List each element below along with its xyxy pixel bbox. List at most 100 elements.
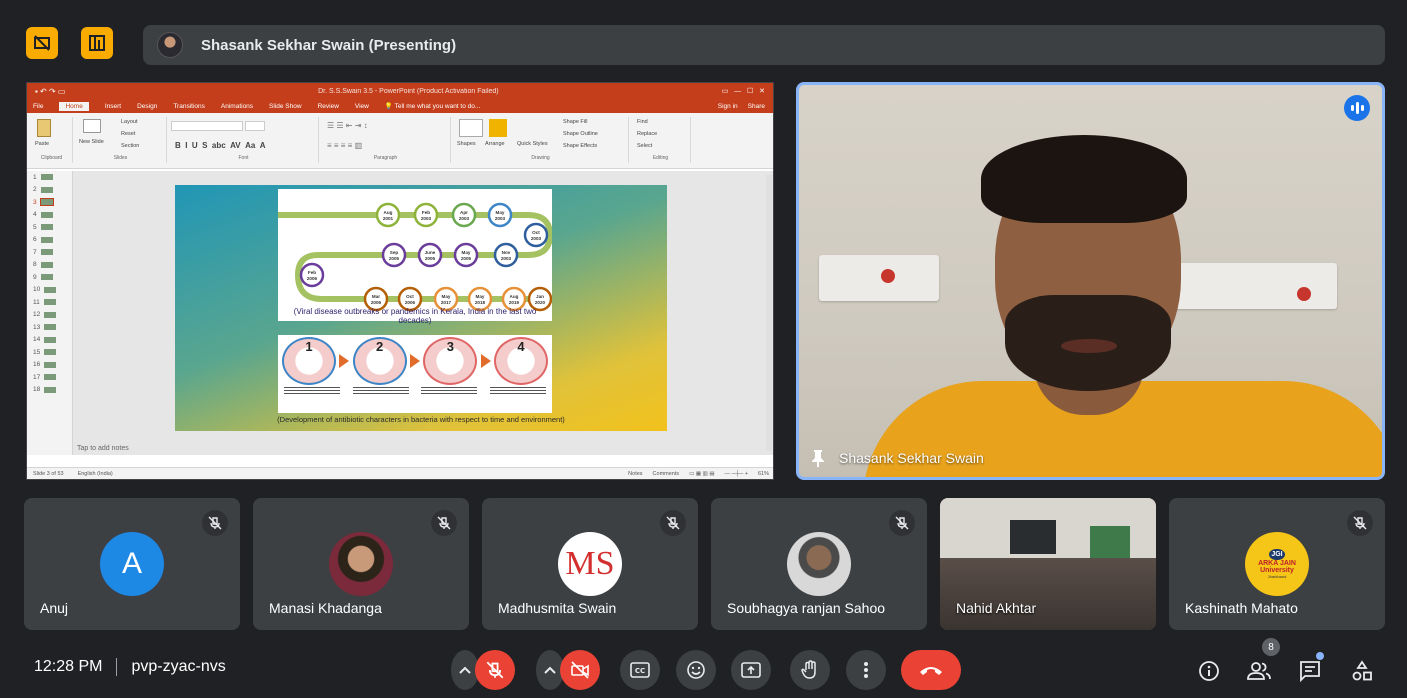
slide-thumbnail[interactable]: 13 [27, 321, 72, 334]
slide-thumbnail[interactable]: 8 [27, 259, 72, 272]
speaker-tile[interactable]: Shasank Sekhar Swain [796, 82, 1385, 480]
shape-effects-label[interactable]: Shape Effects [563, 143, 597, 149]
microphone-button[interactable] [475, 650, 515, 690]
chat-button[interactable] [1297, 658, 1323, 684]
notes-pane[interactable]: Tap to add notes [77, 445, 767, 457]
paste-label[interactable]: Paste [35, 141, 49, 147]
participant-tile[interactable]: Soubhagya ranjan Sahoo [711, 498, 927, 630]
align-icons[interactable]: ≡ ≡ ≡ ≡ ▥ [327, 141, 362, 150]
camera-button[interactable] [560, 650, 600, 690]
tab-animations[interactable]: Animations [221, 103, 253, 110]
timeline-node [413, 202, 439, 228]
tab-review[interactable]: Review [318, 103, 339, 110]
slide-thumbnail[interactable]: 10 [27, 284, 72, 297]
leave-call-button[interactable] [901, 650, 961, 690]
layout-label[interactable]: Layout [121, 119, 138, 125]
chevron-up-icon [544, 666, 556, 674]
notes-button[interactable]: Notes [628, 471, 642, 477]
slide-thumbnail[interactable]: 16 [27, 359, 72, 372]
tab-slide-show[interactable]: Slide Show [269, 103, 302, 110]
presenter-banner[interactable]: Shasank Sekhar Swain (Presenting) [143, 25, 1385, 65]
font-format-icons[interactable]: B I U S abc AV Aa A [175, 141, 266, 150]
hide-layout-button[interactable] [26, 27, 58, 59]
find-label[interactable]: Find [637, 119, 648, 125]
reactions-button[interactable] [676, 650, 716, 690]
slide-thumbnail[interactable]: 14 [27, 334, 72, 347]
slide-thumbnail[interactable]: 9 [27, 271, 72, 284]
slide-mini-preview [40, 186, 53, 193]
slide-thumbnail[interactable]: 6 [27, 234, 72, 247]
shared-screen[interactable]: ▪ ↶ ↷ ▭ Dr. S.S.Swain 3.5 - PowerPoint (… [26, 82, 774, 480]
activities-button[interactable] [1349, 658, 1375, 684]
zoom-slider[interactable]: — ─┼─ + [725, 471, 748, 477]
font-name-box[interactable] [171, 121, 243, 131]
paragraph-icons[interactable]: ☰ ☰ ⇤ ⇥ ↕ [327, 121, 368, 130]
font-group-label: Font [238, 155, 249, 161]
slide-thumbnail[interactable]: 4 [27, 209, 72, 222]
slide-mini-preview [40, 261, 53, 268]
meeting-details-button[interactable] [1196, 658, 1222, 684]
participant-tile[interactable]: A Anuj [24, 498, 240, 630]
timeline-node [487, 202, 513, 228]
tell-me-box[interactable]: 💡 Tell me what you want to do... [385, 102, 480, 110]
share-button[interactable]: Share [748, 103, 765, 110]
current-slide[interactable]: Aug 2001 Feb 2003 Apr 2003 May 2003 Oct 2003 Sep 20… [175, 185, 667, 431]
view-icons[interactable]: ▭ ▦ ▥ ▤ [689, 471, 714, 477]
timeline-node-label: 2006 [307, 276, 318, 281]
new-slide-label[interactable]: New Slide [79, 139, 104, 145]
shape-outline-label[interactable]: Shape Outline [563, 131, 598, 137]
slide-thumbnails[interactable]: 1 2 3 4 5 6 7 8 9 10 11 12 13 14 15 16 17 18 [27, 171, 73, 455]
slide-scrollbar[interactable] [766, 175, 772, 451]
font-size-box[interactable] [245, 121, 265, 131]
slide-thumbnail[interactable]: 11 [27, 296, 72, 309]
participant-tile[interactable]: JGI ARKA JAIN University Jharkhand Kashi… [1169, 498, 1385, 630]
tab-view[interactable]: View [355, 103, 369, 110]
chat-notification-dot [1316, 652, 1324, 660]
slide-thumbnail[interactable]: 3 [27, 196, 72, 209]
tab-file[interactable]: File [33, 103, 43, 110]
comments-button[interactable]: Comments [653, 471, 680, 477]
raise-hand-button[interactable] [790, 650, 830, 690]
zoom-level: 61% [757, 470, 769, 477]
select-label[interactable]: Select [637, 143, 652, 149]
slide-count: Slide 3 of 53 [33, 470, 64, 477]
control-bar: 12:28 PM pvp-zyac-nvs CC 8 [0, 636, 1407, 698]
slide-thumbnail[interactable]: 17 [27, 371, 72, 384]
timeline-node-label: Mar [372, 294, 380, 299]
slide-thumbnail[interactable]: 12 [27, 309, 72, 322]
slide-thumbnail[interactable]: 7 [27, 246, 72, 259]
tab-design[interactable]: Design [137, 103, 157, 110]
tab-home[interactable]: Home [59, 101, 89, 111]
sign-in-link[interactable]: Sign in [718, 103, 738, 110]
participant-tile[interactable]: Manasi Khadanga [253, 498, 469, 630]
shape-fill-label[interactable]: Shape Fill [563, 119, 587, 125]
shapes-label[interactable]: Shapes [457, 141, 476, 147]
slide-thumbnail[interactable]: 1 [27, 171, 72, 184]
section-label[interactable]: Section [121, 143, 139, 149]
reset-label[interactable]: Reset [121, 131, 135, 137]
timeline-node-label: 2005 [461, 256, 472, 261]
participant-tile[interactable]: Nahid Akhtar [940, 498, 1156, 630]
quick-styles-label[interactable]: Quick Styles [517, 141, 548, 147]
pin-icon[interactable] [811, 449, 825, 467]
participant-name: Anuj [40, 600, 69, 616]
arrange-label[interactable]: Arrange [485, 141, 505, 147]
slide-thumbnail[interactable]: 2 [27, 184, 72, 197]
emoji-icon [687, 661, 705, 679]
slide-thumbnail[interactable]: 15 [27, 346, 72, 359]
participant-tile[interactable]: MS Madhusmita Swain [482, 498, 698, 630]
current-time: 12:28 PM [34, 658, 103, 675]
more-options-button[interactable] [846, 650, 886, 690]
slide-thumbnail[interactable]: 5 [27, 221, 72, 234]
speaker-mouth [1061, 339, 1117, 353]
captions-button[interactable]: CC [620, 650, 660, 690]
slide-thumbnail[interactable]: 18 [27, 384, 72, 397]
replace-label[interactable]: Replace [637, 131, 657, 137]
present-button[interactable] [731, 650, 771, 690]
slide-number: 13 [33, 323, 41, 331]
tab-transitions[interactable]: Transitions [173, 103, 205, 110]
antibiotic-resistance-graphic: 1 2 3 4 [278, 335, 552, 413]
people-button[interactable] [1246, 658, 1272, 684]
layout-button[interactable] [81, 27, 113, 59]
tab-insert[interactable]: Insert [105, 103, 121, 110]
